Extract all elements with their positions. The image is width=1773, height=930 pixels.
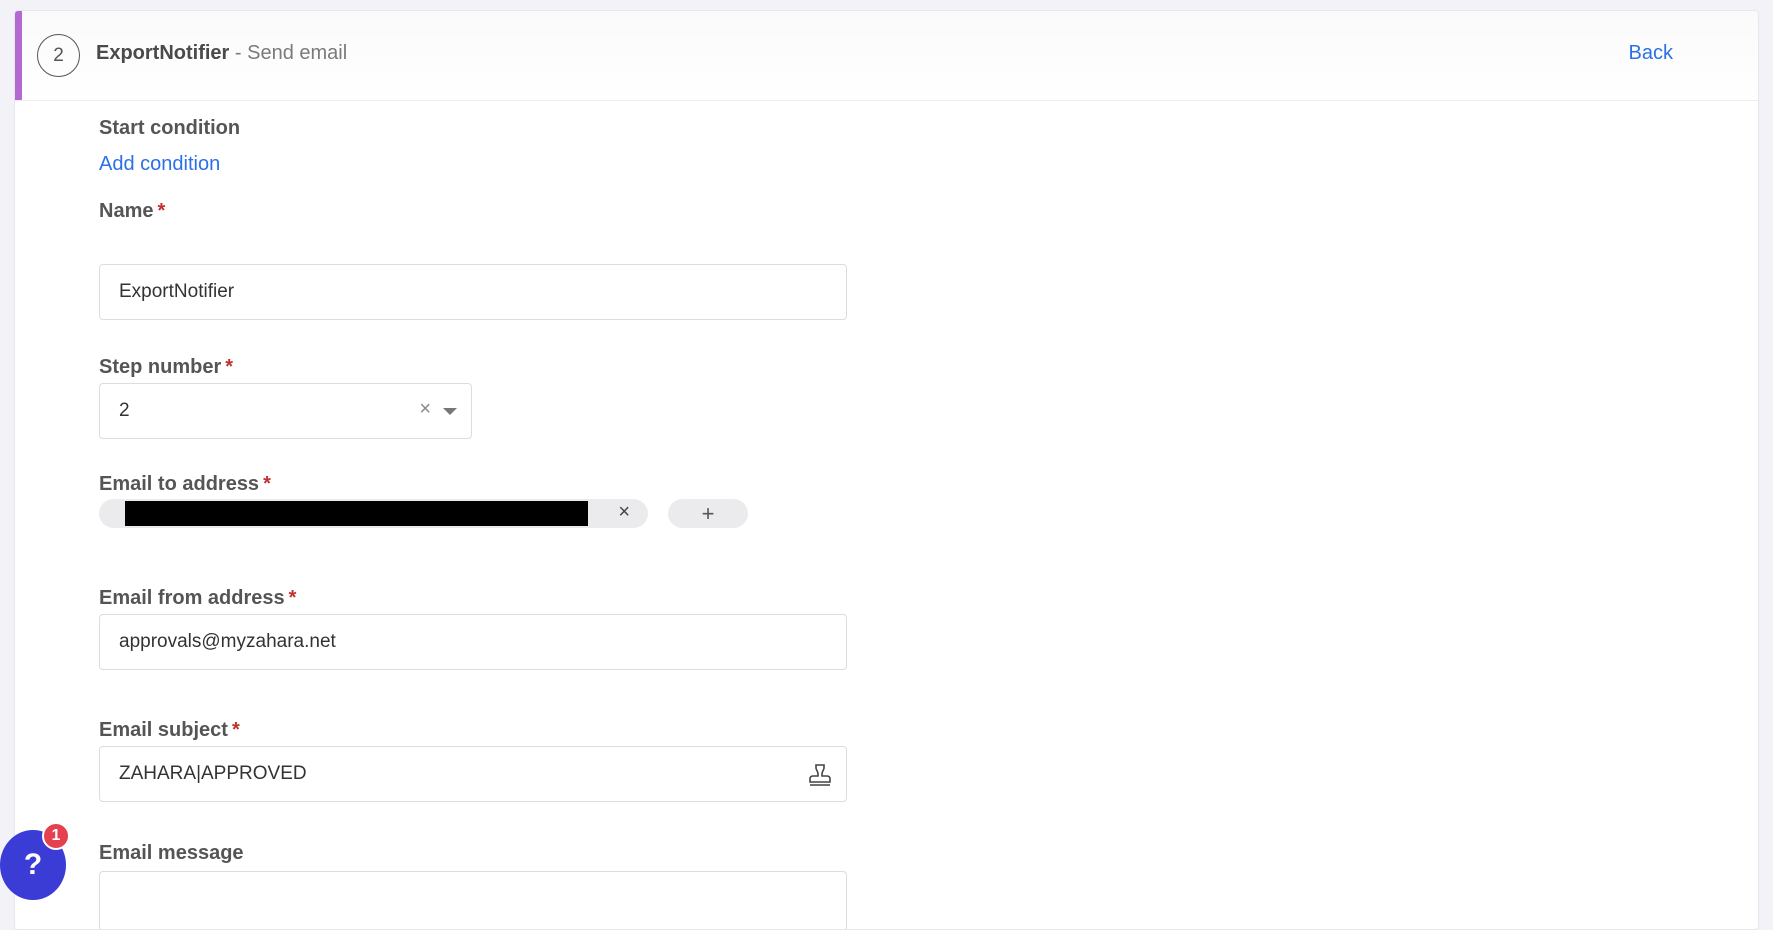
email-message-label: Email message [99, 842, 244, 864]
stamp-icon[interactable] [806, 761, 834, 789]
redacted-email [125, 501, 588, 526]
required-mark: * [263, 473, 271, 495]
step-card: 2 ExportNotifier - Send email Back Start… [14, 10, 1759, 930]
email-subject-label-text: Email subject [99, 719, 228, 741]
email-subject-label: Email subject * [99, 719, 240, 742]
email-to-label: Email to address * [99, 473, 271, 496]
required-mark: * [225, 356, 234, 378]
caret-down-icon[interactable] [443, 408, 457, 415]
step-number-select[interactable]: 2 × [99, 383, 472, 439]
email-from-label: Email from address * [99, 587, 296, 610]
step-name: ExportNotifier [96, 42, 230, 64]
email-subject-input[interactable]: ZAHARA|APPROVED [99, 746, 847, 802]
name-input[interactable]: ExportNotifier [99, 264, 847, 320]
add-condition-link[interactable]: Add condition [99, 153, 220, 176]
step-action: Send email [247, 42, 348, 64]
step-number-value: 2 [119, 400, 130, 421]
name-label-text: Name [99, 200, 154, 222]
required-mark: * [231, 719, 240, 741]
back-link[interactable]: Back [1629, 39, 1673, 67]
name-label: Name * [99, 200, 165, 223]
step-number-label-text: Step number [99, 356, 222, 378]
step-number-badge: 2 [37, 34, 80, 77]
email-to-label-text: Email to address [99, 473, 260, 495]
required-mark: * [157, 200, 166, 222]
step-header: 2 ExportNotifier - Send email Back [15, 11, 1758, 101]
step-number-label: Step number * [99, 356, 233, 379]
close-icon[interactable]: × [618, 501, 630, 524]
email-from-label-text: Email from address [99, 587, 285, 609]
email-message-input[interactable] [99, 871, 847, 929]
close-icon[interactable]: × [419, 398, 431, 421]
email-to-chip[interactable]: × [99, 499, 648, 528]
email-from-input[interactable]: approvals@myzahara.net [99, 614, 847, 670]
step-title: ExportNotifier - Send email [96, 39, 347, 67]
required-mark: * [288, 587, 297, 609]
notification-badge: 1 [42, 822, 70, 850]
start-condition-label: Start condition [99, 117, 241, 139]
email-subject-value: ZAHARA|APPROVED [119, 763, 307, 784]
title-separator: - [229, 42, 248, 64]
plus-icon[interactable]: + [668, 499, 748, 528]
accent-bar [15, 11, 22, 100]
